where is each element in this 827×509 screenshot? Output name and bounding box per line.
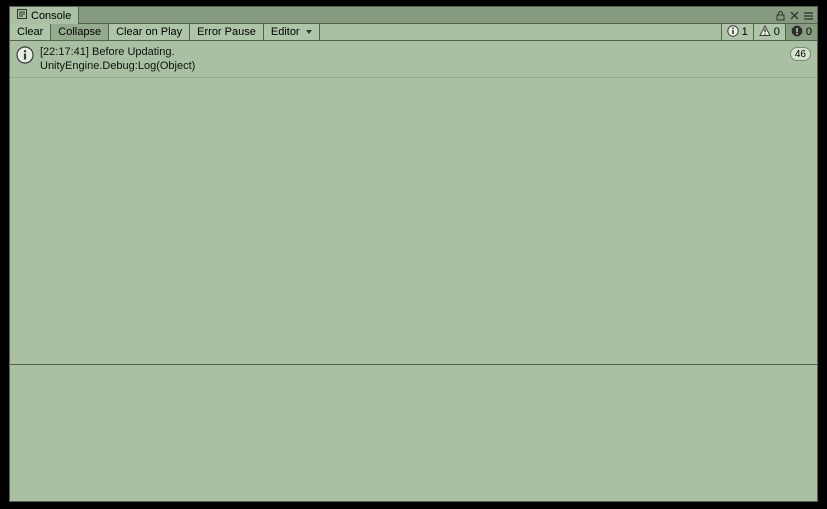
warning-count: 0 <box>774 26 780 38</box>
console-tab-icon <box>17 9 27 22</box>
log-entry[interactable]: [22:17:41] Before Updating. UnityEngine.… <box>10 41 817 78</box>
error-pause-button[interactable]: Error Pause <box>190 24 264 40</box>
tab-console[interactable]: Console <box>10 7 79 24</box>
log-count-badge: 46 <box>790 47 811 61</box>
editor-dropdown[interactable]: Editor <box>264 24 320 40</box>
error-count-toggle[interactable]: 0 <box>785 24 817 40</box>
tab-label: Console <box>31 10 71 22</box>
toolbar-spacer <box>320 24 721 40</box>
window-controls <box>774 7 815 23</box>
tab-bar: Console <box>10 7 817 24</box>
lock-icon[interactable] <box>774 9 787 22</box>
log-detail-pane[interactable] <box>10 365 817 501</box>
info-count: 1 <box>742 26 748 38</box>
console-toolbar: Clear Collapse Clear on Play Error Pause… <box>10 24 817 41</box>
collapse-button[interactable]: Collapse <box>51 24 109 40</box>
close-icon[interactable] <box>788 9 801 22</box>
log-list[interactable]: [22:17:41] Before Updating. UnityEngine.… <box>10 41 817 365</box>
info-icon <box>727 25 739 40</box>
error-count: 0 <box>806 26 812 38</box>
log-text: [22:17:41] Before Updating. UnityEngine.… <box>40 45 811 73</box>
clear-on-play-button[interactable]: Clear on Play <box>109 24 190 40</box>
warning-icon <box>759 25 771 40</box>
panel-menu-icon[interactable] <box>802 9 815 22</box>
console-content: [22:17:41] Before Updating. UnityEngine.… <box>10 41 817 501</box>
info-count-toggle[interactable]: 1 <box>721 24 753 40</box>
warning-count-toggle[interactable]: 0 <box>753 24 785 40</box>
clear-button[interactable]: Clear <box>10 24 51 40</box>
info-icon <box>16 46 34 64</box>
console-window: Console Clear Collapse Clear on Play Err… <box>9 6 818 502</box>
error-icon <box>791 25 803 40</box>
